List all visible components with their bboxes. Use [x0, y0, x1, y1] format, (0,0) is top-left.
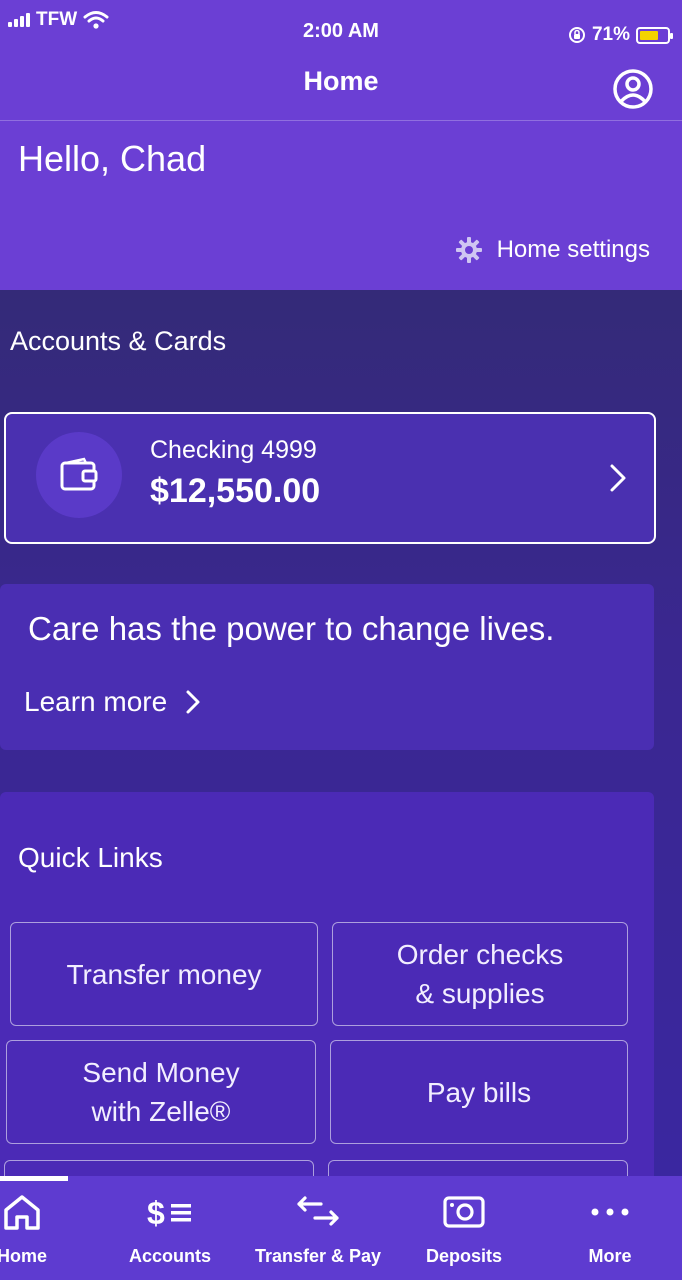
quick-link-label: Order checks & supplies: [397, 935, 564, 1013]
quick-link-send-money-zelle[interactable]: Send Money with Zelle®: [6, 1040, 316, 1144]
greeting: Hello, Chad: [18, 138, 207, 179]
chevron-right-icon: [186, 690, 200, 714]
quick-link-line: Pay bills: [426, 1076, 532, 1108]
accounts-icon: $: [147, 1195, 191, 1231]
more-dots-icon: [591, 1208, 629, 1216]
active-tab-indicator: [0, 1176, 68, 1181]
quick-link-line: Send Money: [82, 1057, 240, 1088]
home-settings-button[interactable]: Home settings: [455, 236, 650, 264]
main-content: Accounts & Cards Checking 4999 $12,550.0…: [0, 290, 682, 1264]
learn-more-label: Learn more: [24, 686, 168, 717]
camera-deposit-icon: [443, 1196, 485, 1228]
accounts-section-title: Accounts & Cards: [10, 326, 227, 356]
quick-link-order-checks[interactable]: Order checks & supplies: [332, 922, 628, 1026]
account-balance: $12,550.00: [150, 472, 321, 510]
quick-link-line: Order checks: [396, 939, 564, 970]
promo-card: Care has the power to change lives. Lear…: [0, 584, 654, 750]
page-title: Home: [303, 66, 379, 96]
gear-icon: [455, 237, 482, 263]
tab-deposits[interactable]: Deposits: [394, 1190, 534, 1267]
quick-link-pay-bills[interactable]: Pay bills: [330, 1040, 628, 1144]
tab-transfer-pay[interactable]: Transfer & Pay: [248, 1190, 388, 1267]
transfer-arrows-icon: [297, 1196, 339, 1226]
account-card[interactable]: Checking 4999 $12,550.00: [4, 412, 656, 544]
tab-label: Deposits: [425, 1246, 503, 1266]
account-icon-badge: [36, 432, 122, 518]
quick-link-label: Pay bills: [427, 1073, 531, 1112]
battery-percent: 71%: [591, 24, 630, 45]
tab-label: Transfer & Pay: [254, 1246, 382, 1266]
learn-more-link[interactable]: Learn more: [24, 686, 201, 718]
header-divider: [0, 120, 682, 121]
quick-link-line: with Zelle®: [91, 1096, 231, 1127]
home-screen: TFW 2:00 AM 71% Home Hello, Chad Home se…: [0, 0, 682, 1280]
wallet-icon: [60, 457, 98, 491]
promo-text: Care has the power to change lives.: [28, 610, 555, 647]
chevron-right-icon: [610, 464, 626, 492]
quick-link-label: Send Money with Zelle®: [82, 1053, 239, 1131]
tab-accounts[interactable]: $ Accounts: [100, 1190, 240, 1267]
quick-links-card: Quick Links Transfer money Order checks …: [0, 792, 654, 1264]
tab-more[interactable]: More: [540, 1190, 680, 1267]
home-icon: [4, 1195, 40, 1230]
quick-link-transfer-money[interactable]: Transfer money: [10, 922, 318, 1026]
account-name: Checking 4999: [150, 436, 317, 464]
status-right: 71%: [568, 24, 673, 46]
header-area: TFW 2:00 AM 71% Home Hello, Chad Home se…: [0, 0, 682, 290]
tab-label: Accounts: [128, 1246, 211, 1266]
quick-link-line: Transfer money: [66, 958, 262, 990]
quick-link-label: Transfer money: [66, 955, 261, 994]
quick-links-title: Quick Links: [18, 842, 163, 873]
status-bar: TFW 2:00 AM 71%: [0, 0, 682, 46]
tab-label: Home: [0, 1246, 47, 1266]
battery-icon: [636, 26, 673, 44]
rotation-lock-icon: [568, 27, 585, 43]
tab-label: More: [588, 1246, 632, 1266]
svg-text:$: $: [147, 1195, 165, 1231]
tab-home[interactable]: Home: [0, 1190, 92, 1267]
battery-fill: [640, 30, 659, 40]
profile-button[interactable]: [612, 68, 654, 110]
quick-link-line: & supplies: [415, 978, 545, 1009]
account-circle-icon: [613, 69, 653, 109]
home-settings-label: Home settings: [496, 236, 650, 263]
tab-bar: Home $ Accounts Transfer & Pay Deposits …: [0, 1176, 682, 1280]
